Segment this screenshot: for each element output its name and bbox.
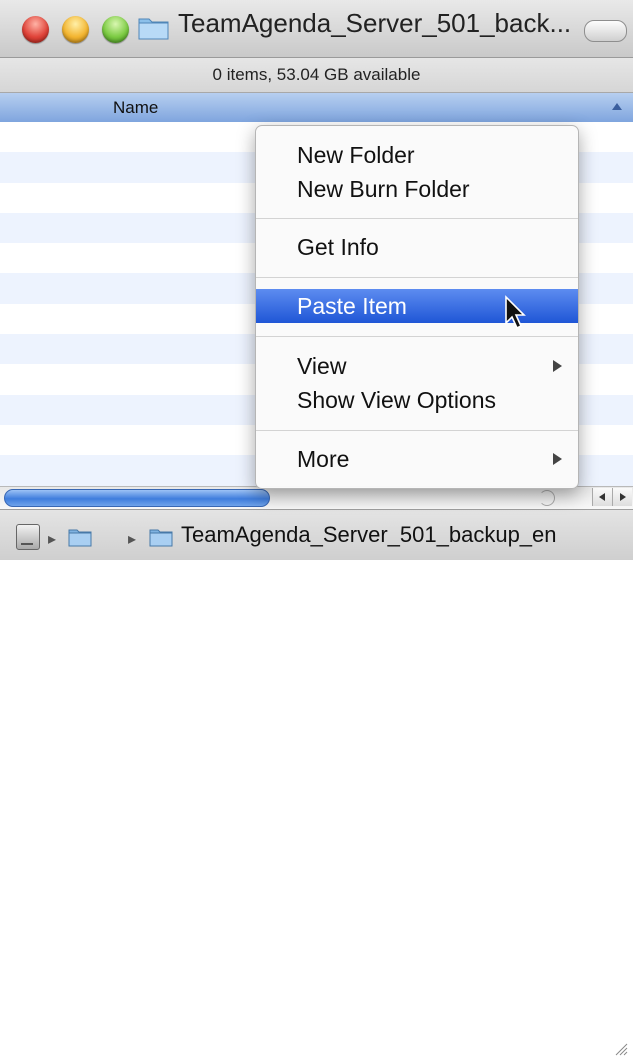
submenu-arrow-icon [553,360,562,372]
zoom-window-button[interactable] [102,16,129,43]
sort-ascending-icon [612,103,622,110]
path-current-folder[interactable]: TeamAgenda_Server_501_backup_en [181,522,557,548]
status-bar: 0 items, 53.04 GB available [0,58,633,93]
path-separator-icon: ▸ [48,531,57,548]
status-text: 0 items, 53.04 GB available [212,65,421,84]
chevron-left-icon [599,493,605,501]
close-window-button[interactable] [22,16,49,43]
menu-item-label: View [297,353,347,379]
menu-item-label: More [297,446,350,472]
scroll-right-button[interactable] [612,488,632,506]
arrow-cursor-icon [505,295,526,330]
menu-separator [256,218,578,219]
scroll-left-button[interactable] [592,488,612,506]
menu-item-view[interactable]: View [256,349,578,383]
path-separator-icon: ▸ [128,531,137,548]
menu-item-label: Paste Item [297,293,407,319]
menu-item-new-folder[interactable]: New Folder [256,138,578,172]
menu-item-new-burn-folder[interactable]: New Burn Folder [256,172,578,206]
menu-item-get-info[interactable]: Get Info [256,230,578,264]
menu-item-show-view-options[interactable]: Show View Options [256,383,578,417]
menu-item-label: New Burn Folder [297,176,470,202]
submenu-arrow-icon [553,453,562,465]
horizontal-scrollbar[interactable] [0,486,633,509]
menu-separator [256,430,578,431]
menu-item-label: Get Info [297,234,379,260]
drive-icon[interactable] [16,524,40,550]
menu-separator [256,336,578,337]
resize-grip-icon[interactable] [614,1042,628,1056]
menu-item-more[interactable]: More [256,442,578,476]
folder-icon [138,18,169,40]
menu-separator [256,277,578,278]
menu-item-label: New Folder [297,142,415,168]
menu-item-label: Show View Options [297,387,497,413]
window-title: TeamAgenda_Server_501_back... [178,8,572,38]
minimize-window-button[interactable] [62,16,89,43]
column-header-label: Name [113,98,159,117]
column-header-name[interactable]: Name [0,93,633,123]
path-bar: ▸ ▸ TeamAgenda_Server_501_backup_en [0,509,633,1056]
toolbar-toggle-button[interactable] [584,20,627,42]
chevron-right-icon [620,493,626,501]
window-titlebar: TeamAgenda_Server_501_back... [0,0,633,58]
folder-icon[interactable] [149,527,173,547]
context-menu: New Folder New Burn Folder Get Info Past… [255,125,579,489]
scroll-track-end [539,490,555,506]
folder-icon[interactable] [68,527,92,547]
scroll-thumb[interactable] [4,489,270,507]
